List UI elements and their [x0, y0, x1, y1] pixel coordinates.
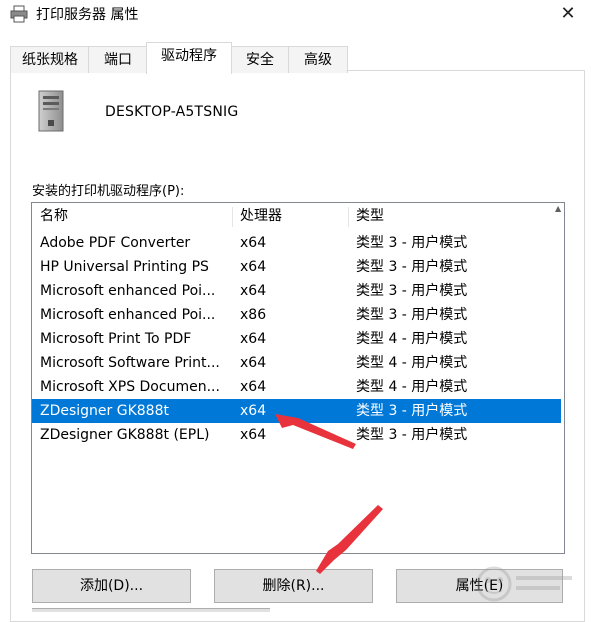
close-button[interactable]: ✕: [545, 0, 591, 30]
driver-row[interactable]: ZDesigner GK888t (EPL) x64 类型 3 - 用户模式: [32, 423, 561, 447]
tab-label: 高级: [304, 52, 332, 68]
driver-row[interactable]: Microsoft Software Print... x64 类型 4 - 用…: [32, 351, 561, 375]
driver-type: 类型 3 - 用户模式: [356, 403, 468, 419]
driver-row[interactable]: HP Universal Printing PS x64 类型 3 - 用户模式: [32, 255, 561, 279]
driver-type: 类型 3 - 用户模式: [356, 427, 468, 443]
driver-processor: x64: [240, 259, 267, 275]
list-header: 名称 处理器 类型: [32, 203, 564, 229]
watermark-logo: [476, 566, 572, 602]
driver-name: HP Universal Printing PS: [40, 259, 209, 275]
tab-label: 驱动程序: [161, 48, 217, 64]
column-header-processor[interactable]: 处理器: [232, 203, 348, 229]
tab-drivers[interactable]: 驱动程序: [146, 42, 232, 74]
driver-name: ZDesigner GK888t (EPL): [40, 427, 210, 443]
driver-processor: x64: [240, 427, 267, 443]
driver-processor: x86: [240, 307, 267, 323]
driver-row-selected[interactable]: ZDesigner GK888t x64 类型 3 - 用户模式: [32, 399, 561, 423]
partial-button[interactable]: [32, 608, 270, 612]
driver-type: 类型 4 - 用户模式: [356, 331, 468, 347]
driver-processor: x64: [240, 283, 267, 299]
driver-type: 类型 4 - 用户模式: [356, 379, 468, 395]
tab-label: 纸张规格: [22, 52, 78, 68]
tab-advanced[interactable]: 高级: [288, 46, 348, 73]
driver-name: Microsoft enhanced Poi...: [40, 307, 216, 323]
tab-label: 安全: [246, 52, 274, 68]
driver-type: 类型 3 - 用户模式: [356, 259, 468, 275]
column-header-name[interactable]: 名称: [32, 203, 232, 229]
tab-security[interactable]: 安全: [230, 46, 290, 73]
driver-name: Microsoft Print To PDF: [40, 331, 192, 347]
tab-ports[interactable]: 端口: [88, 46, 148, 73]
driver-name: Microsoft Software Print...: [40, 355, 220, 371]
driver-processor: x64: [240, 403, 267, 419]
driver-processor: x64: [240, 331, 267, 347]
remove-button[interactable]: 删除(R)...: [214, 569, 373, 603]
drivers-list[interactable]: 名称 处理器 类型 ▲ Adobe PDF Converter x64 类型 3…: [31, 202, 565, 554]
window-title: 打印服务器 属性: [36, 7, 139, 23]
driver-type: 类型 3 - 用户模式: [356, 283, 468, 299]
column-header-type[interactable]: 类型: [348, 203, 558, 229]
driver-name: Microsoft XPS Documen...: [40, 379, 220, 395]
installed-drivers-label: 安装的打印机驱动程序(P):: [32, 184, 185, 199]
add-button[interactable]: 添加(D)...: [32, 569, 191, 603]
scroll-up-icon[interactable]: ▲: [555, 204, 563, 214]
printer-icon: [10, 5, 28, 23]
driver-processor: x64: [240, 379, 267, 395]
server-name: DESKTOP-A5TSNIG: [105, 104, 239, 120]
title-bar: 打印服务器 属性 ✕: [0, 0, 591, 30]
driver-name: Microsoft enhanced Poi...: [40, 283, 216, 299]
close-icon: ✕: [560, 3, 576, 24]
driver-row[interactable]: Adobe PDF Converter x64 类型 3 - 用户模式: [32, 231, 561, 255]
computer-tower-icon: [38, 90, 64, 132]
driver-row[interactable]: Microsoft enhanced Poi... x86 类型 3 - 用户模…: [32, 303, 561, 327]
driver-row[interactable]: Microsoft XPS Documen... x64 类型 4 - 用户模式: [32, 375, 561, 399]
driver-processor: x64: [240, 235, 267, 251]
driver-type: 类型 4 - 用户模式: [356, 355, 468, 371]
driver-name: ZDesigner GK888t: [40, 403, 169, 419]
driver-name: Adobe PDF Converter: [40, 235, 191, 251]
driver-type: 类型 3 - 用户模式: [356, 235, 468, 251]
driver-processor: x64: [240, 355, 267, 371]
driver-type: 类型 3 - 用户模式: [356, 307, 468, 323]
tab-label: 端口: [104, 52, 132, 68]
driver-row[interactable]: Microsoft enhanced Poi... x64 类型 3 - 用户模…: [32, 279, 561, 303]
tab-paper-sizes[interactable]: 纸张规格: [10, 46, 90, 73]
driver-row[interactable]: Microsoft Print To PDF x64 类型 4 - 用户模式: [32, 327, 561, 351]
